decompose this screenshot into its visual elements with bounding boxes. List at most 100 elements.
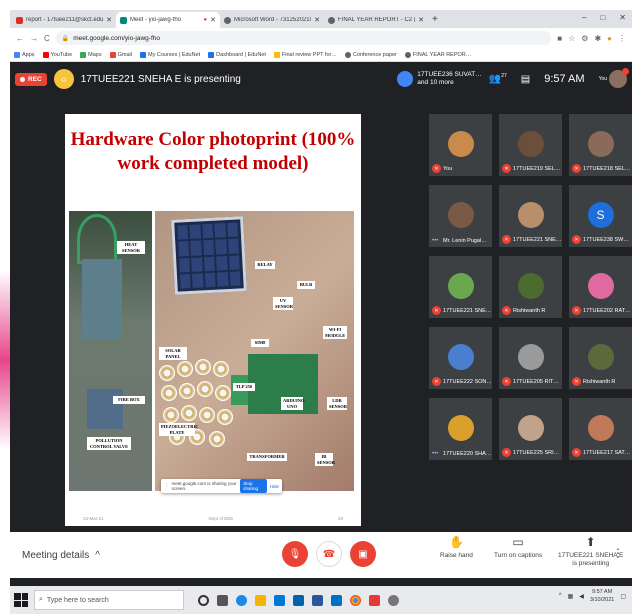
participant-tile[interactable]: ✕ 17TUEE221 SNE… [429, 256, 492, 318]
extension-icon[interactable]: ⚙ [581, 34, 588, 43]
participant-tile[interactable]: ✕ 17TUEE218 SEL… [569, 114, 632, 176]
participant-tile[interactable]: ✕ 17TUEE217 SAT… [569, 398, 632, 460]
reload-icon[interactable]: C [44, 34, 50, 43]
participant-name: 17TUEE202 RAT… [583, 307, 631, 314]
chevron-up-icon[interactable]: ^ [559, 593, 562, 599]
back-icon[interactable]: ← [16, 34, 24, 43]
hardware-photo: HEAT SENSOR FIRE BOX POLLUTION CONTROL V… [69, 211, 354, 491]
slides-icon [273, 51, 280, 58]
outlook-icon[interactable] [331, 594, 342, 606]
mail-icon[interactable] [293, 594, 304, 606]
profile-icon[interactable]: ● [607, 34, 612, 43]
piezo-disc [161, 385, 177, 401]
file-explorer-icon[interactable] [255, 594, 266, 606]
presenter-text: 17TUEE221 SNEHA E is presenting [80, 73, 241, 85]
bookmark-dashboard[interactable]: Dashboard | EduNet [208, 51, 266, 58]
label-fire-box: FIRE BOX [113, 396, 145, 404]
chrome-icon[interactable] [350, 594, 361, 606]
participant-tile[interactable]: ✕ 17TUEE225 SRI… [499, 398, 562, 460]
participant-tile[interactable]: ✕ 17TUEE202 RAT… [569, 256, 632, 318]
participant-tile[interactable]: ✕ Rishiwanth R [499, 256, 562, 318]
forward-icon[interactable]: → [30, 34, 38, 43]
mic-off-button[interactable]: 🎙 [282, 541, 308, 567]
bookmark-maps[interactable]: Maps [80, 51, 102, 58]
pinned-participants[interactable]: 17TUEE236 SUVAT… and 10 more [397, 71, 482, 87]
slide-dept: Dept of EEE [208, 516, 234, 521]
word-icon[interactable] [312, 594, 323, 606]
bookmark-conference[interactable]: Conference paper [344, 51, 397, 58]
camera-off-button[interactable]: ▣ [350, 541, 376, 567]
close-icon[interactable]: ✕ [314, 16, 320, 24]
participant-tile[interactable]: ✕ 17TUEE219 SEL… [499, 114, 562, 176]
windows-start-icon[interactable] [14, 593, 28, 607]
participant-name-row: ✕ Rishiwanth R [572, 377, 631, 386]
share-text: meet.google.com is sharing your screen. [171, 481, 237, 491]
participant-tile[interactable]: S ✕ 17TUEE238 SW… [569, 185, 632, 247]
participant-tile[interactable]: ✕ You [429, 114, 492, 176]
notifications-icon[interactable]: ▢ [620, 593, 626, 600]
participant-tile[interactable]: ✕ 17TUEE221 SNE… [499, 185, 562, 247]
bookmark-youtube[interactable]: YouTube [42, 51, 72, 58]
avatar [517, 131, 544, 157]
bookmarks-bar: Apps YouTube Maps Gmail My Courses | Edu… [10, 48, 632, 62]
bookmark-courses[interactable]: My Courses | EduNet [140, 51, 200, 58]
close-icon[interactable]: ✕ [210, 16, 216, 24]
omnibox[interactable]: 🔒 meet.google.com/yio-jawg-fho [55, 31, 552, 45]
tray-clock[interactable]: 9:57 AM 3/10/2021 [590, 588, 614, 604]
bookmark-final-year[interactable]: FINAL YEAR REPOR… [404, 51, 471, 58]
star-icon[interactable]: ☆ [568, 34, 575, 43]
mic-off-icon: ✕ [432, 164, 441, 173]
participant-tile[interactable]: ••• 17TUEE220 SHA… [429, 398, 492, 460]
stop-sharing-button[interactable]: Stop sharing [240, 479, 267, 493]
edge-icon[interactable] [236, 594, 247, 606]
participant-tile[interactable]: ✕ Rishiwanth R [569, 327, 632, 389]
close-icon[interactable]: ✕ [106, 16, 112, 24]
minimize-button[interactable]: – [582, 13, 586, 22]
audio-level-icon: ••• [432, 238, 439, 244]
participant-name: 17TUEE218 SEL… [583, 165, 631, 172]
captions-button[interactable]: ▭ Turn on captions [494, 535, 542, 560]
hang-up-icon: ☎ [322, 548, 336, 560]
chat-icon[interactable]: ▤ [521, 74, 530, 85]
maximize-button[interactable]: □ [600, 13, 605, 22]
tab-meet[interactable]: Meet - yio-jawg-fho ● ✕ [116, 12, 220, 28]
network-icon[interactable]: ▦ [568, 593, 574, 600]
puzzle-icon[interactable]: ✱ [594, 34, 601, 43]
close-icon[interactable]: ✕ [418, 16, 424, 24]
cortana-icon[interactable] [198, 594, 209, 606]
camera-icon[interactable]: ■ [557, 34, 562, 43]
bookmark-gmail[interactable]: Gmail [109, 51, 132, 58]
menu-icon[interactable]: ⋮ [618, 34, 626, 43]
tab-report[interactable]: report - 17tuee211@skct.edu.in ✕ [12, 12, 116, 28]
tab-title: Meet - yio-jawg-fho [130, 17, 182, 23]
store-icon[interactable] [274, 594, 285, 606]
people-count: 27 [501, 73, 507, 80]
shared-slide: Hardware Color photoprint (100% work com… [65, 114, 361, 526]
task-view-icon[interactable] [217, 594, 228, 606]
participant-tile[interactable]: ✕ 17TUEE205 RIT… [499, 327, 562, 389]
address-bar-row: ← → C 🔒 meet.google.com/yio-jawg-fho ■ ☆… [10, 28, 632, 48]
raise-hand-button[interactable]: ✋ Raise hand [440, 536, 473, 560]
bookmark-final-review[interactable]: Final review PPT for… [273, 51, 337, 58]
taskbar-search[interactable]: ⌕ Type here to search [34, 590, 184, 610]
search-placeholder: Type here to search [46, 596, 109, 604]
participant-tile[interactable]: ✕ 17TUEE222 SON… [429, 327, 492, 389]
meeting-details-button[interactable]: Meeting details ^ [22, 550, 252, 561]
more-options-icon[interactable]: ⋮ [612, 546, 624, 560]
acrobat-icon[interactable] [369, 594, 380, 606]
new-tab-button[interactable]: + [432, 14, 438, 25]
participant-name-row: ••• 17TUEE220 SHA… [432, 451, 491, 457]
volume-icon[interactable]: ◀ [579, 593, 584, 600]
tray-time: 9:57 AM [592, 589, 613, 595]
hide-button[interactable]: Hide [270, 484, 279, 489]
participant-name-row: ✕ 17TUEE221 SNE… [502, 235, 561, 244]
people-icon[interactable]: 👥27 [489, 73, 507, 84]
close-window-button[interactable]: ✕ [619, 13, 626, 22]
bookmark-apps[interactable]: Apps [14, 51, 35, 58]
participant-tile[interactable]: ••• Mr. Lenin Pugal… [429, 185, 492, 247]
tab-word[interactable]: Microsoft Word - 73125202100 …✕ [220, 12, 324, 28]
captions-icon: ▭ [512, 535, 524, 549]
leave-call-button[interactable]: ☎ [316, 541, 342, 567]
settings-icon[interactable] [388, 594, 399, 606]
tab-pdf[interactable]: FINAL YEAR REPORT - C2 (1).pdf✕ [324, 12, 428, 28]
